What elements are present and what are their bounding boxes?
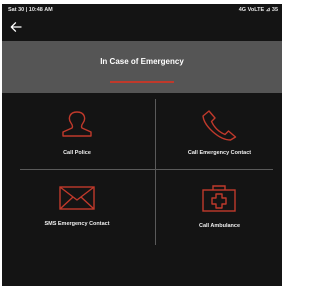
- arrow-left-icon[interactable]: [9, 20, 23, 34]
- call-emergency-contact-label: Call Emergency Contact: [187, 150, 252, 156]
- call-police-label: Call Police: [63, 150, 91, 156]
- grid-divider-vertical: [155, 99, 156, 245]
- grid-divider-horizontal: [20, 169, 273, 170]
- emergency-header: In Case of Emergency: [2, 41, 282, 93]
- call-ambulance-button[interactable]: Call Ambulance: [157, 177, 282, 241]
- app-bar: [2, 16, 282, 40]
- call-ambulance-label: Call Ambulance: [198, 223, 241, 229]
- status-bar: Sat 30 | 10:48 AM 4G VoLTE ⊿ 35: [2, 4, 282, 16]
- sms-emergency-contact-button[interactable]: SMS Emergency Contact: [12, 177, 142, 241]
- phone-screen: Sat 30 | 10:48 AM 4G VoLTE ⊿ 35 In Case …: [2, 4, 282, 286]
- police-person-icon: [62, 111, 92, 137]
- page-title: In Case of Emergency: [100, 57, 184, 66]
- call-emergency-contact-button[interactable]: Call Emergency Contact: [157, 103, 282, 167]
- sms-emergency-contact-label: SMS Emergency Contact: [44, 221, 110, 227]
- medical-kit-icon: [202, 185, 236, 212]
- title-underline: [110, 81, 174, 83]
- call-police-button[interactable]: Call Police: [12, 103, 142, 167]
- emergency-actions-grid: Call Police Call Emergency Contact SMS E…: [2, 93, 282, 286]
- phone-icon: [202, 110, 237, 141]
- envelope-icon: [59, 186, 95, 210]
- status-indicators: 4G VoLTE ⊿ 35: [238, 7, 278, 13]
- status-time: Sat 30 | 10:48 AM: [8, 7, 53, 13]
